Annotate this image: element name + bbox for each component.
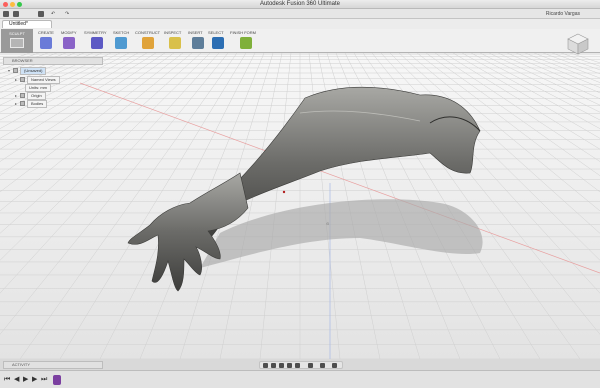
ribbon-toolbar: SCULPT CREATE MODIFY SYMMETRY SKETCH CON… bbox=[0, 29, 600, 53]
browser-panel: BROWSER ▾ (Unsaved) ▸ Named Views Units: m… bbox=[3, 57, 103, 108]
data-panel-icon[interactable] bbox=[3, 11, 9, 17]
symmetry-icon bbox=[91, 37, 103, 49]
undo-button[interactable]: ↶ bbox=[51, 11, 55, 17]
workspace-switcher[interactable]: SCULPT bbox=[1, 29, 33, 53]
sculpt-icon bbox=[10, 38, 24, 48]
insert-image-icon bbox=[192, 37, 204, 49]
user-menu[interactable]: Ricardo Vargas bbox=[546, 11, 580, 17]
timeline-first-icon[interactable]: ⏮ bbox=[4, 376, 10, 384]
browser-item-bodies[interactable]: ▸ Bodies bbox=[15, 100, 48, 108]
fit-icon[interactable] bbox=[295, 363, 300, 368]
plane-icon bbox=[142, 37, 154, 49]
box-icon bbox=[40, 37, 52, 49]
timeline-last-icon[interactable]: ⏭ bbox=[41, 376, 47, 384]
timeline-bar: ⏮ ◀ ▶ ▶ ⏭ bbox=[0, 370, 600, 388]
visibility-bulb-icon[interactable] bbox=[13, 68, 18, 74]
redo-button[interactable]: ↷ bbox=[65, 11, 69, 17]
browser-header[interactable]: BROWSER bbox=[3, 57, 103, 65]
measure-icon bbox=[169, 37, 181, 49]
timeline-play-icon[interactable]: ▶ bbox=[23, 376, 28, 384]
grid-settings-icon[interactable] bbox=[320, 363, 325, 368]
look-at-icon[interactable] bbox=[271, 363, 276, 368]
activity-panel[interactable]: ACTIVITY bbox=[3, 361, 103, 369]
origin-point bbox=[282, 190, 286, 194]
window-title: Autodesk Fusion 360 Ultimate bbox=[259, 1, 341, 7]
orbit-icon[interactable] bbox=[263, 363, 268, 368]
save-icon[interactable] bbox=[38, 11, 44, 17]
document-tabs: Untitled* bbox=[0, 19, 600, 29]
viewports-icon[interactable] bbox=[332, 363, 337, 368]
folder-icon bbox=[20, 77, 25, 83]
pan-icon[interactable] bbox=[279, 363, 284, 368]
browser-item-units[interactable]: Units: mm bbox=[25, 84, 51, 92]
tab-untitled[interactable]: Untitled* bbox=[2, 20, 52, 28]
timeline-next-icon[interactable]: ▶ bbox=[32, 376, 37, 384]
file-menu-icon[interactable] bbox=[13, 11, 19, 17]
folder-icon bbox=[20, 101, 25, 107]
quick-access-toolbar: ↶ ↷ Ricardo Vargas bbox=[0, 9, 600, 19]
display-settings-icon[interactable] bbox=[308, 363, 313, 368]
viewcube-icon[interactable] bbox=[567, 33, 589, 55]
zoom-icon[interactable] bbox=[287, 363, 292, 368]
navigation-bar bbox=[259, 361, 343, 369]
timeline-feature-marker[interactable] bbox=[53, 375, 61, 385]
sketch-icon bbox=[115, 37, 127, 49]
tab-label: Untitled* bbox=[9, 21, 28, 27]
browser-item-origin[interactable]: ▸ Origin bbox=[15, 92, 46, 100]
finish-form-icon bbox=[240, 37, 252, 49]
workspace-label: SCULPT bbox=[9, 31, 25, 36]
select-icon bbox=[212, 37, 224, 49]
folder-icon bbox=[20, 93, 25, 99]
edit-form-icon bbox=[63, 37, 75, 49]
browser-item-root[interactable]: ▾ (Unsaved) bbox=[8, 67, 47, 75]
title-bar: Autodesk Fusion 360 Ultimate bbox=[0, 0, 600, 9]
coordinate-marker: ⊙ bbox=[326, 221, 329, 226]
browser-item-named-views[interactable]: ▸ Named Views bbox=[15, 76, 60, 84]
timeline-prev-icon[interactable]: ◀ bbox=[14, 376, 19, 384]
